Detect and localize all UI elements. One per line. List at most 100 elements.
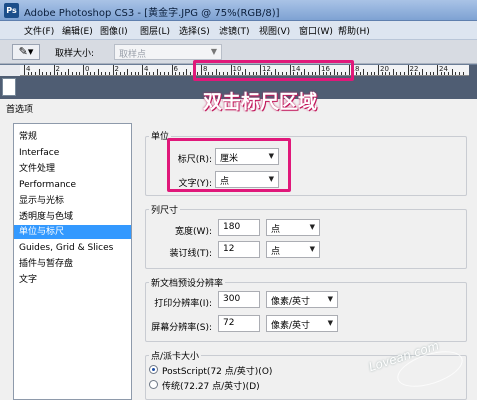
ruler-minor-tick (389, 72, 391, 75)
ruler-minor-tick (374, 72, 376, 75)
ruler-minor-tick (455, 72, 457, 75)
postscript-label[interactable]: PostScript(72 点/英寸)(O) (162, 364, 272, 377)
chevron-down-icon: ▼ (327, 295, 333, 303)
category-performance[interactable]: Performance (14, 178, 131, 192)
ruler-minor-tick (182, 72, 184, 75)
gutter-input[interactable]: 12 (218, 241, 260, 258)
chevron-down-icon: ▼ (309, 245, 315, 253)
category-general[interactable]: 常规 (14, 130, 131, 144)
new-doc-resolution-title: 新文档预设分辨率 (149, 276, 226, 289)
traditional-radio[interactable] (149, 380, 158, 389)
ruler-minor-tick (75, 72, 77, 75)
menu-help[interactable]: 帮助(H) (338, 24, 370, 37)
ruler-minor-tick (440, 72, 442, 75)
window-title: Adobe Photoshop CS3 - [黄金字.JPG @ 75%(RGB… (24, 8, 280, 19)
category-transparency[interactable]: 透明度与色域 (14, 210, 131, 224)
ruler-minor-tick (363, 69, 365, 75)
gutter-unit-select[interactable]: 点 ▼ (266, 241, 320, 258)
ruler-major-tick (112, 65, 114, 75)
ruler-minor-tick (418, 72, 420, 75)
title-bar: Ps Adobe Photoshop CS3 - [黄金字.JPG @ 75%(… (0, 0, 477, 21)
ruler-minor-tick (381, 72, 383, 75)
gutter-unit: 点 (271, 247, 281, 257)
print-resolution-unit: 像素/英寸 (271, 297, 311, 307)
ruler-minor-tick (178, 72, 180, 75)
ruler-minor-tick (46, 72, 48, 75)
ruler-minor-tick (145, 72, 147, 75)
ruler-highlight-box (193, 60, 354, 81)
ruler-minor-tick (35, 72, 37, 75)
category-guides-grid[interactable]: Guides, Grid & Slices (14, 241, 131, 255)
ruler-minor-tick (359, 72, 361, 75)
menu-image[interactable]: 图像(I) (100, 24, 128, 37)
menu-edit[interactable]: 编辑(E) (62, 24, 93, 37)
ruler-minor-tick (116, 72, 118, 75)
point-size-title: 点/派卡大小 (149, 349, 202, 362)
sample-size-value: 取样点 (119, 50, 147, 60)
ruler-minor-tick (119, 72, 121, 75)
category-type[interactable]: 文字 (14, 273, 131, 287)
ruler-minor-tick (400, 72, 402, 75)
menu-filter[interactable]: 滤镜(T) (219, 24, 250, 37)
print-resolution-unit-select[interactable]: 像素/英寸 ▼ (266, 291, 338, 308)
ruler-minor-tick (186, 69, 188, 75)
ruler-minor-tick (167, 72, 169, 75)
column-width-unit-select[interactable]: 点 ▼ (266, 219, 320, 236)
ruler-minor-tick (433, 72, 435, 75)
ruler-minor-tick (138, 72, 140, 75)
ruler-minor-tick (414, 72, 416, 75)
category-list: 常规 Interface 文件处理 Performance 显示与光标 透明度与… (13, 123, 132, 400)
ruler-corner (0, 65, 20, 76)
menu-select[interactable]: 选择(S) (179, 24, 210, 37)
menu-file[interactable]: 文件(F) (24, 24, 54, 37)
ruler-minor-tick (459, 72, 461, 75)
category-interface[interactable]: Interface (14, 146, 131, 160)
menu-window[interactable]: 窗口(W) (299, 24, 333, 37)
ruler-minor-tick (97, 69, 99, 75)
screen-resolution-input[interactable]: 72 (218, 315, 260, 332)
category-cursors[interactable]: 显示与光标 (14, 194, 131, 208)
ruler-minor-tick (27, 72, 29, 75)
ruler-minor-tick (411, 72, 413, 75)
ruler-minor-tick (130, 72, 132, 75)
gutter-label: 装订线(T): (169, 249, 212, 259)
ruler-minor-tick (49, 72, 51, 75)
chevron-down-icon: ▼ (210, 47, 217, 56)
photoshop-logo-icon: Ps (4, 3, 19, 18)
dialog-title: 首选项 (6, 105, 34, 115)
column-width-input[interactable]: 180 (218, 219, 260, 236)
category-units-rulers[interactable]: 单位与标尺 (14, 225, 131, 239)
ruler-minor-tick (108, 72, 110, 75)
ruler-minor-tick (462, 72, 464, 75)
postscript-radio[interactable] (149, 365, 158, 374)
ruler-minor-tick (79, 72, 81, 75)
screen-resolution-unit: 像素/英寸 (271, 321, 311, 331)
ruler-minor-tick (355, 72, 357, 75)
ruler-minor-tick (134, 72, 136, 75)
ruler-minor-tick (68, 69, 70, 75)
chevron-down-icon: ▼ (309, 223, 315, 231)
ruler-minor-tick (153, 72, 155, 75)
ruler-minor-tick (60, 72, 62, 75)
print-resolution-input[interactable]: 300 (218, 291, 260, 308)
ruler-major-tick (378, 65, 379, 75)
ruler-minor-tick (86, 72, 88, 75)
ruler-minor-tick (160, 72, 162, 75)
traditional-label[interactable]: 传统(72.27 点/英寸)(D) (162, 379, 260, 392)
screen-resolution-label: 屏幕分辨率(S): (151, 323, 212, 333)
category-file-handling[interactable]: 文件处理 (14, 162, 131, 176)
ruler-minor-tick (38, 69, 40, 75)
menu-layer[interactable]: 图层(L) (140, 24, 170, 37)
ruler-major-tick (53, 65, 55, 75)
category-plugins[interactable]: 插件与暂存盘 (14, 257, 131, 271)
sample-size-label: 取样大小: (55, 49, 95, 59)
ruler-minor-tick (385, 72, 387, 75)
ruler-minor-tick (403, 72, 405, 75)
eyedropper-icon[interactable]: ✎▾ (12, 44, 40, 60)
ruler-major-tick (83, 65, 84, 75)
sample-size-select[interactable]: 取样点 ▼ (114, 44, 222, 60)
screen-resolution-unit-select[interactable]: 像素/英寸 ▼ (266, 315, 338, 332)
menu-view[interactable]: 视图(V) (259, 24, 290, 37)
ruler-minor-tick (101, 72, 103, 75)
ruler-major-tick (142, 65, 143, 75)
